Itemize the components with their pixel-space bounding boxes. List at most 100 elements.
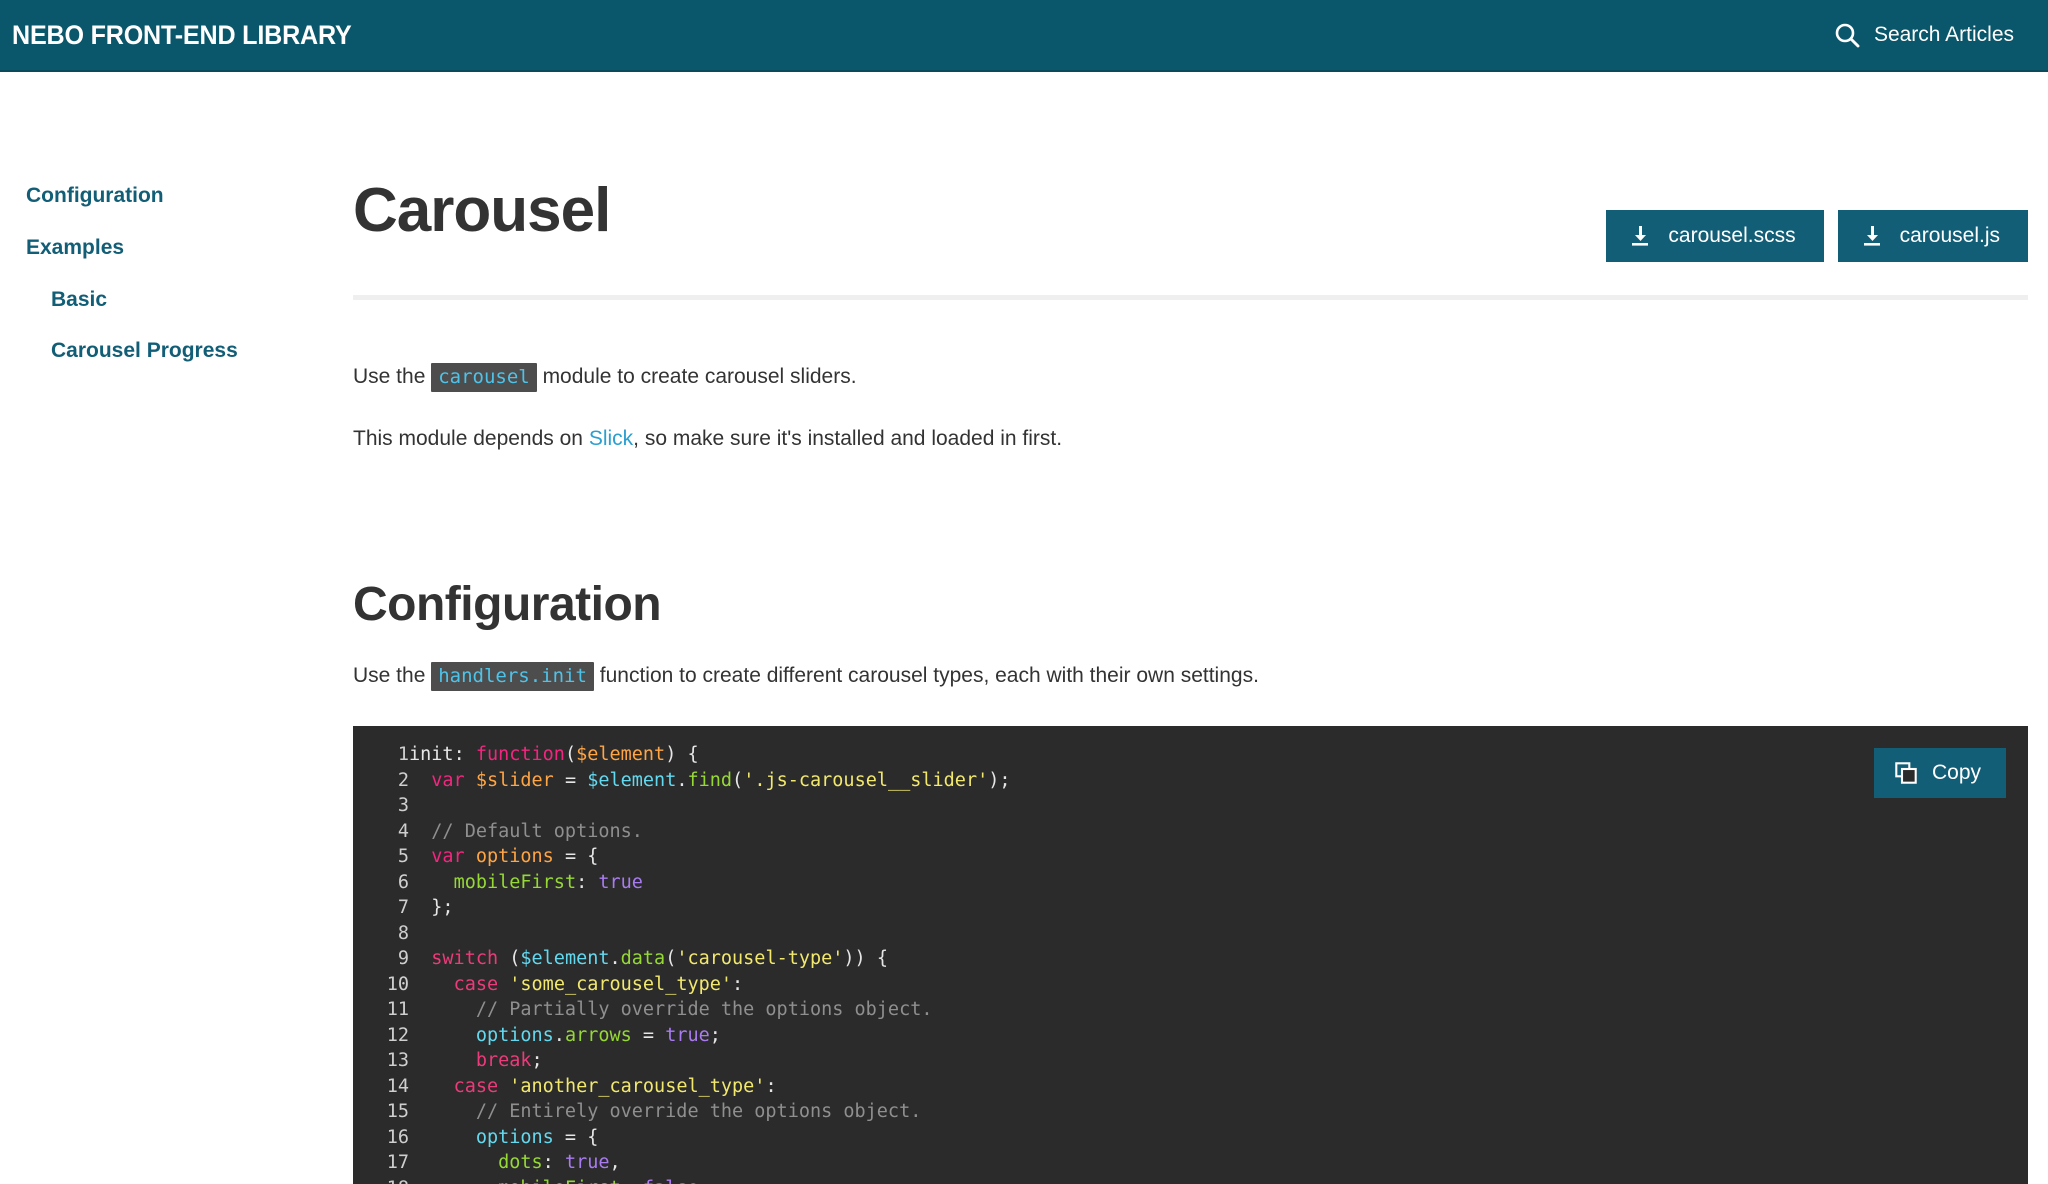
code-token: ,: [609, 1152, 621, 1174]
intro-p1-post: module to create carousel sliders.: [536, 365, 857, 388]
code-token: break: [475, 1050, 532, 1072]
code-token: 'carousel-type': [676, 948, 844, 970]
code-token: true: [598, 871, 643, 893]
code-token: true: [665, 1024, 710, 1046]
search-articles-label: Search Articles: [1873, 23, 2014, 46]
code-line-number: 12: [386, 1024, 409, 1046]
code-token: find: [687, 769, 733, 791]
code-line: 18 mobileFirst: false: [353, 1176, 1011, 1184]
section-title-configuration: Configuration: [353, 577, 662, 631]
code-line-number: 17: [386, 1152, 409, 1174]
code-token: true: [564, 1152, 610, 1174]
intro-paragraph-2: This module depends on Slick, so make su…: [353, 424, 2028, 454]
sidebar-item-basic[interactable]: Basic: [26, 288, 353, 312]
code-token: );: [988, 769, 1011, 791]
code-token: (: [732, 769, 744, 791]
code-token: :: [621, 1178, 643, 1184]
code-token: $element: [587, 769, 677, 791]
code-line-number: 2: [397, 769, 409, 791]
code-line-content: break;: [409, 1048, 1011, 1074]
code-line-content: [409, 793, 1011, 819]
code-token: (: [564, 744, 577, 766]
code-token: 'another_carousel_type': [509, 1075, 766, 1097]
code-line: 7 };: [353, 895, 1011, 921]
code-line: 13 break;: [353, 1048, 1011, 1074]
sidebar-item-configuration[interactable]: Configuration: [26, 184, 353, 208]
code-line-content: mobileFirst: true: [409, 870, 1011, 896]
code-line: 4 // Default options.: [353, 819, 1011, 845]
code-line-content: var options = {: [409, 844, 1011, 870]
copy-code-button[interactable]: Copy: [1873, 748, 2006, 799]
download-js-button[interactable]: carousel.js: [1837, 210, 2028, 262]
page-title: Carousel: [353, 176, 611, 245]
intro-p2-pre: This module depends on: [353, 427, 589, 451]
code-line: 5 var options = {: [353, 844, 1011, 870]
inline-code-carousel: carousel: [431, 363, 537, 392]
code-line: 3: [353, 793, 1011, 819]
configuration-paragraph: Use the handlers.init function to create…: [353, 661, 2028, 691]
code-line-content: // Default options.: [409, 819, 1011, 845]
code-token: switch: [431, 948, 499, 970]
code-token: dots: [498, 1152, 543, 1174]
code-line-content: dots: true,: [409, 1150, 1011, 1176]
sidebar-item-carousel-progress[interactable]: Carousel Progress: [26, 339, 353, 363]
inline-code-handlers-init: handlers.init: [431, 661, 594, 691]
code-token: ;: [709, 1024, 721, 1046]
site-header: NEBO FRONT-END LIBRARY Search Articles: [0, 0, 2048, 72]
code-line-number: 8: [397, 922, 409, 944]
search-icon: [1833, 21, 1861, 49]
code-line: 14 case 'another_carousel_type':: [353, 1074, 1011, 1100]
code-line-content: options.arrows = true;: [409, 1023, 1011, 1049]
code-token: init: [409, 744, 454, 766]
code-token: :: [453, 744, 476, 766]
code-token: = {: [553, 1126, 599, 1148]
code-line-number: 16: [386, 1126, 409, 1148]
code-token: // Partially override the options object…: [475, 999, 933, 1021]
code-token: ;: [531, 1050, 543, 1072]
code-token: mobileFirst: [453, 871, 577, 893]
code-token: function: [475, 744, 565, 766]
code-line: 17 dots: true,: [353, 1150, 1011, 1176]
code-line-number: 6: [397, 871, 409, 893]
code-table[interactable]: 1 init: function($element) {2 var $slider…: [353, 742, 1011, 1184]
code-line-content: mobileFirst: false: [409, 1176, 1011, 1184]
code-line-number: 5: [397, 846, 409, 868]
code-line-number: 13: [386, 1050, 409, 1072]
code-token: $slider: [475, 769, 554, 791]
site-brand: NEBO FRONT-END LIBRARY: [12, 19, 352, 50]
code-line-number: 7: [397, 897, 409, 919]
code-line-content: // Partially override the options object…: [409, 997, 1011, 1023]
code-line-content: init: function($element) {: [409, 742, 1011, 768]
sidebar-item-examples[interactable]: Examples: [26, 236, 353, 260]
code-line-number: 15: [386, 1101, 409, 1123]
main-content: Carousel carousel.scss carousel.js Use t…: [353, 72, 2048, 1184]
code-line-number: 11: [386, 999, 409, 1021]
code-line: 6 mobileFirst: true: [353, 870, 1011, 896]
code-token: = {: [553, 846, 599, 868]
search-articles-button[interactable]: Search Articles: [1833, 21, 2014, 49]
code-token: false: [643, 1178, 699, 1184]
code-token: =: [553, 769, 588, 791]
slick-link[interactable]: Slick: [589, 427, 633, 450]
code-line: 9 switch ($element.data('carousel-type')…: [353, 946, 1011, 972]
download-scss-button[interactable]: carousel.scss: [1606, 210, 1824, 262]
code-token: (: [665, 948, 677, 970]
code-token: $element: [520, 948, 610, 970]
code-token: $element: [576, 744, 666, 766]
code-line-number: 14: [386, 1075, 409, 1097]
code-line-content: [409, 921, 1011, 947]
code-line: 11 // Partially override the options obj…: [353, 997, 1011, 1023]
code-line-content: var $slider = $element.find('.js-carouse…: [409, 768, 1011, 794]
code-token: // Entirely override the options object.: [475, 1101, 922, 1123]
config-p-pre: Use the: [353, 663, 432, 687]
code-line-number: 4: [397, 820, 409, 842]
code-token: // Default options.: [431, 820, 643, 842]
code-line-number: 3: [397, 795, 409, 817]
